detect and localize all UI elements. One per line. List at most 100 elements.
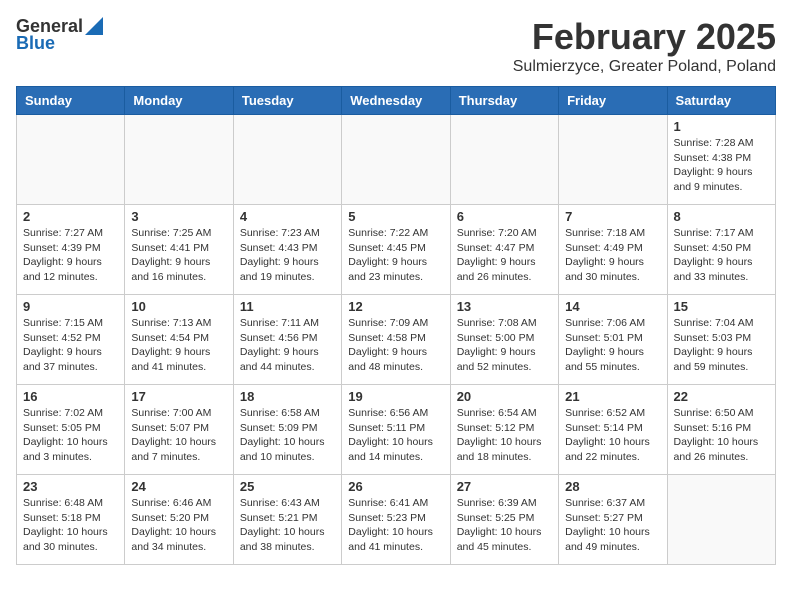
calendar-cell: 21Sunrise: 6:52 AM Sunset: 5:14 PM Dayli…: [559, 385, 667, 475]
day-info: Sunrise: 6:50 AM Sunset: 5:16 PM Dayligh…: [674, 406, 769, 465]
day-number: 25: [240, 479, 335, 494]
calendar-cell: [667, 475, 775, 565]
calendar-week-row: 23Sunrise: 6:48 AM Sunset: 5:18 PM Dayli…: [17, 475, 776, 565]
day-info: Sunrise: 7:00 AM Sunset: 5:07 PM Dayligh…: [131, 406, 226, 465]
day-info: Sunrise: 6:41 AM Sunset: 5:23 PM Dayligh…: [348, 496, 443, 555]
weekday-header-sunday: Sunday: [17, 87, 125, 115]
logo-blue-text: Blue: [16, 33, 55, 54]
day-info: Sunrise: 7:27 AM Sunset: 4:39 PM Dayligh…: [23, 226, 118, 285]
day-number: 5: [348, 209, 443, 224]
calendar-cell: [233, 115, 341, 205]
calendar-cell: 18Sunrise: 6:58 AM Sunset: 5:09 PM Dayli…: [233, 385, 341, 475]
day-info: Sunrise: 6:39 AM Sunset: 5:25 PM Dayligh…: [457, 496, 552, 555]
day-info: Sunrise: 7:18 AM Sunset: 4:49 PM Dayligh…: [565, 226, 660, 285]
day-number: 2: [23, 209, 118, 224]
day-info: Sunrise: 7:02 AM Sunset: 5:05 PM Dayligh…: [23, 406, 118, 465]
day-number: 26: [348, 479, 443, 494]
day-info: Sunrise: 6:46 AM Sunset: 5:20 PM Dayligh…: [131, 496, 226, 555]
calendar-week-row: 9 Sunrise: 7:15 AM Sunset: 4:52 PM Daylig…: [17, 295, 776, 385]
weekday-header-thursday: Thursday: [450, 87, 558, 115]
day-info: Sunrise: 7:22 AM Sunset: 4:45 PM Dayligh…: [348, 226, 443, 285]
calendar-cell: 2 Sunrise: 7:27 AM Sunset: 4:39 PM Daylig…: [17, 205, 125, 295]
day-number: 21: [565, 389, 660, 404]
day-info: Sunrise: 6:56 AM Sunset: 5:11 PM Dayligh…: [348, 406, 443, 465]
day-number: 19: [348, 389, 443, 404]
calendar-cell: 20 Sunrise: 6:54 AM Sunset: 5:12 PM Dayli…: [450, 385, 558, 475]
title-area: February 2025 Sulmierzyce, Greater Polan…: [513, 16, 776, 76]
day-number: 9: [23, 299, 118, 314]
month-title: February 2025: [513, 16, 776, 58]
calendar-cell: 19 Sunrise: 6:56 AM Sunset: 5:11 PM Dayli…: [342, 385, 450, 475]
day-number: 8: [674, 209, 769, 224]
calendar-cell: 5 Sunrise: 7:22 AM Sunset: 4:45 PM Daylig…: [342, 205, 450, 295]
calendar-cell: 12 Sunrise: 7:09 AM Sunset: 4:58 PM Dayli…: [342, 295, 450, 385]
day-number: 18: [240, 389, 335, 404]
day-number: 20: [457, 389, 552, 404]
day-number: 4: [240, 209, 335, 224]
calendar-cell: 9 Sunrise: 7:15 AM Sunset: 4:52 PM Daylig…: [17, 295, 125, 385]
weekday-header-wednesday: Wednesday: [342, 87, 450, 115]
day-info: Sunrise: 7:23 AM Sunset: 4:43 PM Dayligh…: [240, 226, 335, 285]
calendar-table: SundayMondayTuesdayWednesdayThursdayFrid…: [16, 86, 776, 565]
day-number: 7: [565, 209, 660, 224]
day-info: Sunrise: 6:37 AM Sunset: 5:27 PM Dayligh…: [565, 496, 660, 555]
day-info: Sunrise: 7:20 AM Sunset: 4:47 PM Dayligh…: [457, 226, 552, 285]
day-number: 3: [131, 209, 226, 224]
day-info: Sunrise: 7:04 AM Sunset: 5:03 PM Dayligh…: [674, 316, 769, 375]
day-number: 1: [674, 119, 769, 134]
day-number: 22: [674, 389, 769, 404]
calendar-cell: [17, 115, 125, 205]
calendar-cell: 28 Sunrise: 6:37 AM Sunset: 5:27 PM Dayli…: [559, 475, 667, 565]
day-info: Sunrise: 7:17 AM Sunset: 4:50 PM Dayligh…: [674, 226, 769, 285]
calendar-cell: [559, 115, 667, 205]
calendar-cell: [125, 115, 233, 205]
day-number: 6: [457, 209, 552, 224]
day-number: 15: [674, 299, 769, 314]
weekday-header-tuesday: Tuesday: [233, 87, 341, 115]
calendar-cell: [342, 115, 450, 205]
calendar-cell: 22 Sunrise: 6:50 AM Sunset: 5:16 PM Dayli…: [667, 385, 775, 475]
day-number: 16: [23, 389, 118, 404]
calendar-cell: 4 Sunrise: 7:23 AM Sunset: 4:43 PM Daylig…: [233, 205, 341, 295]
day-info: Sunrise: 7:09 AM Sunset: 4:58 PM Dayligh…: [348, 316, 443, 375]
calendar-cell: 15 Sunrise: 7:04 AM Sunset: 5:03 PM Dayli…: [667, 295, 775, 385]
day-info: Sunrise: 7:11 AM Sunset: 4:56 PM Dayligh…: [240, 316, 335, 375]
day-number: 14: [565, 299, 660, 314]
calendar-cell: [450, 115, 558, 205]
calendar-cell: 6 Sunrise: 7:20 AM Sunset: 4:47 PM Daylig…: [450, 205, 558, 295]
calendar-cell: 8 Sunrise: 7:17 AM Sunset: 4:50 PM Daylig…: [667, 205, 775, 295]
day-info: Sunrise: 7:28 AM Sunset: 4:38 PM Dayligh…: [674, 136, 769, 195]
calendar-cell: 26 Sunrise: 6:41 AM Sunset: 5:23 PM Dayli…: [342, 475, 450, 565]
day-number: 11: [240, 299, 335, 314]
calendar-cell: 10Sunrise: 7:13 AM Sunset: 4:54 PM Dayli…: [125, 295, 233, 385]
calendar-cell: 17 Sunrise: 7:00 AM Sunset: 5:07 PM Dayli…: [125, 385, 233, 475]
calendar-cell: 24 Sunrise: 6:46 AM Sunset: 5:20 PM Dayli…: [125, 475, 233, 565]
day-info: Sunrise: 7:15 AM Sunset: 4:52 PM Dayligh…: [23, 316, 118, 375]
day-info: Sunrise: 6:43 AM Sunset: 5:21 PM Dayligh…: [240, 496, 335, 555]
day-info: Sunrise: 7:13 AM Sunset: 4:54 PM Dayligh…: [131, 316, 226, 375]
calendar-cell: 23Sunrise: 6:48 AM Sunset: 5:18 PM Dayli…: [17, 475, 125, 565]
weekday-header-monday: Monday: [125, 87, 233, 115]
calendar-week-row: 1 Sunrise: 7:28 AM Sunset: 4:38 PM Daylig…: [17, 115, 776, 205]
location-subtitle: Sulmierzyce, Greater Poland, Poland: [513, 58, 776, 76]
weekday-header-saturday: Saturday: [667, 87, 775, 115]
calendar-cell: 25 Sunrise: 6:43 AM Sunset: 5:21 PM Dayli…: [233, 475, 341, 565]
calendar-cell: 3Sunrise: 7:25 AM Sunset: 4:41 PM Daylig…: [125, 205, 233, 295]
calendar-cell: 16 Sunrise: 7:02 AM Sunset: 5:05 PM Dayli…: [17, 385, 125, 475]
day-info: Sunrise: 6:54 AM Sunset: 5:12 PM Dayligh…: [457, 406, 552, 465]
day-info: Sunrise: 7:08 AM Sunset: 5:00 PM Dayligh…: [457, 316, 552, 375]
day-number: 28: [565, 479, 660, 494]
calendar-cell: 14Sunrise: 7:06 AM Sunset: 5:01 PM Dayli…: [559, 295, 667, 385]
day-number: 27: [457, 479, 552, 494]
day-number: 23: [23, 479, 118, 494]
calendar-week-row: 16 Sunrise: 7:02 AM Sunset: 5:05 PM Dayli…: [17, 385, 776, 475]
day-number: 13: [457, 299, 552, 314]
day-number: 17: [131, 389, 226, 404]
calendar-cell: 13 Sunrise: 7:08 AM Sunset: 5:00 PM Dayli…: [450, 295, 558, 385]
weekday-header-row: SundayMondayTuesdayWednesdayThursdayFrid…: [17, 87, 776, 115]
day-number: 24: [131, 479, 226, 494]
day-number: 12: [348, 299, 443, 314]
logo: General Blue: [16, 16, 103, 54]
page-header: General Blue February 2025 Sulmierzyce, …: [16, 16, 776, 76]
calendar-cell: 1 Sunrise: 7:28 AM Sunset: 4:38 PM Daylig…: [667, 115, 775, 205]
